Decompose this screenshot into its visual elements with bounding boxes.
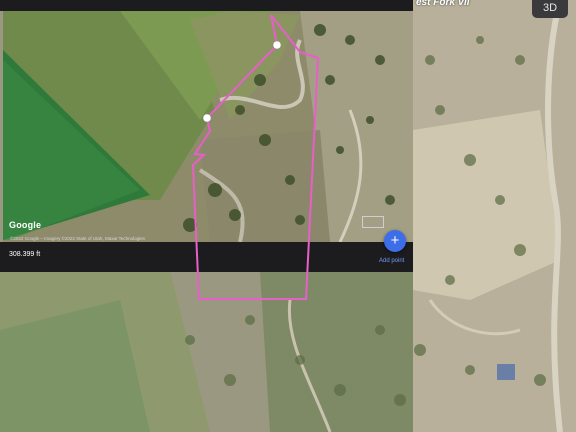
scale-indicator bbox=[362, 216, 384, 228]
measure-bar bbox=[0, 242, 413, 272]
house-icon bbox=[497, 364, 515, 380]
add-point-button[interactable]: + bbox=[384, 230, 406, 252]
view-3d-button[interactable]: 3D bbox=[532, 0, 568, 18]
plus-icon: + bbox=[390, 232, 400, 249]
satellite-map[interactable] bbox=[0, 0, 576, 432]
add-point-label[interactable]: Add point bbox=[379, 258, 404, 264]
top-bar bbox=[0, 0, 413, 11]
google-logo: Google bbox=[9, 220, 42, 230]
measured-distance: 308.399 ft bbox=[9, 251, 41, 258]
map-attribution[interactable]: ©2022 Google – Imagery ©2022 State of Ut… bbox=[10, 236, 145, 241]
place-label: est Fork Vil bbox=[416, 0, 470, 8]
